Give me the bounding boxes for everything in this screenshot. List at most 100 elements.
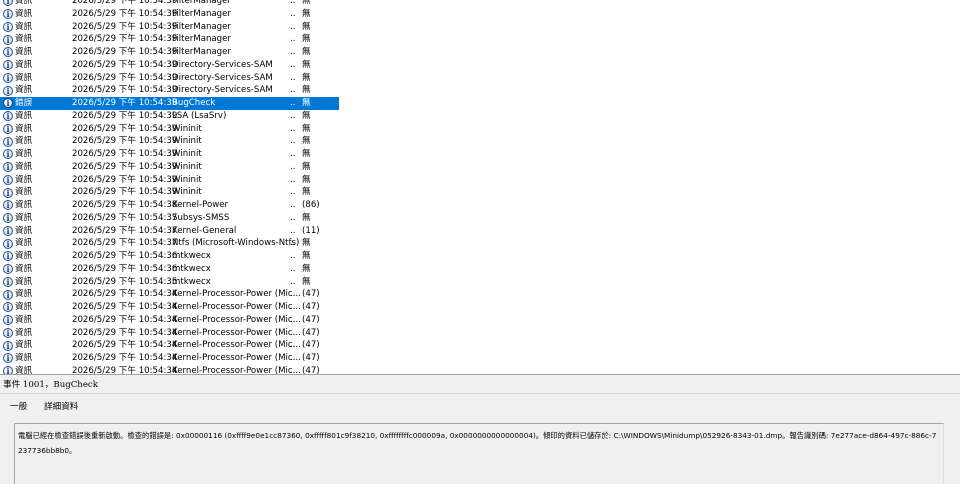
information-icon: i: [3, 21, 13, 32]
event-row[interactable]: i 資訊 2026/5/29 下午 10:54:39 FilterManager.. 無: [0, 46, 960, 59]
event-row[interactable]: i 資訊 2026/5/29 下午 10:54:34 Kernel-Processor…: [0, 352, 960, 365]
information-icon: i: [3, 174, 13, 185]
detail-tab-strip: 一般 詳細資料: [0, 394, 960, 418]
level-cell: 資訊: [15, 327, 33, 338]
event-id-truncated: ..: [290, 327, 296, 338]
event-id-truncated: ..: [290, 136, 296, 147]
information-icon: i: [3, 225, 13, 236]
event-row[interactable]: i 資訊 2026/5/29 下午 10:54:39 Wininit.. 無: [0, 161, 960, 174]
date-time-cell: 2026/5/29 下午 10:54:34: [72, 289, 178, 300]
event-row[interactable]: i 資訊 2026/5/29 下午 10:54:39 Wininit.. 無: [0, 148, 960, 161]
source-cell: Directory-Services-SAM: [172, 85, 273, 96]
event-row[interactable]: i 資訊 2026/5/29 下午 10:54:39 LSA (LsaSrv).. 無: [0, 110, 960, 123]
level-cell: 資訊: [15, 149, 33, 159]
event-id-truncated: ..: [290, 353, 296, 363]
level-cell: 資訊: [15, 289, 33, 300]
event-row[interactable]: i 資訊 2026/5/29 下午 10:54:39 Directory-Servic…: [0, 72, 960, 85]
information-icon: i: [3, 327, 13, 338]
event-row[interactable]: i 資訊 2026/5/29 下午 10:54:37 Kernel-General..…: [0, 225, 960, 238]
task-category-cell: (47): [302, 327, 320, 338]
event-row[interactable]: i 資訊 2026/5/29 下午 10:54:39 FilterManager.. 無: [0, 0, 960, 8]
level-cell: 錯誤: [15, 98, 33, 108]
event-row[interactable]: i 資訊 2026/5/29 下午 10:54:39 Wininit.. 無: [0, 186, 960, 199]
event-row[interactable]: i 資訊 2026/5/29 下午 10:54:34 Kernel-Processor…: [0, 288, 960, 301]
event-row[interactable]: i 資訊 2026/5/29 下午 10:54:39 Directory-Servic…: [0, 84, 960, 97]
event-row[interactable]: i 資訊 2026/5/29 下午 10:54:39 FilterManager.. 無: [0, 33, 960, 46]
date-time-cell: 2026/5/29 下午 10:54:34: [72, 340, 178, 351]
date-time-cell: 2026/5/29 下午 10:54:39: [72, 136, 178, 147]
event-row[interactable]: i 錯誤 2026/5/29 下午 10:54:39 BugCheck.. 無: [0, 97, 339, 110]
source-cell: Kernel-Processor-Power (Mic...: [172, 289, 301, 300]
task-category-cell: 無: [302, 238, 311, 249]
event-id-truncated: ..: [290, 161, 296, 172]
event-row[interactable]: i 資訊 2026/5/29 下午 10:54:34 Kernel-Processor…: [0, 301, 960, 314]
event-row[interactable]: i 資訊 2026/5/29 下午 10:54:36 mtkwecx.. 無: [0, 250, 960, 263]
source-cell: Kernel-Processor-Power (Mic...: [172, 353, 301, 363]
task-category-cell: (47): [302, 302, 320, 312]
date-time-cell: 2026/5/29 下午 10:54:34: [72, 314, 178, 325]
event-row[interactable]: i 資訊 2026/5/29 下午 10:54:39 Directory-Servic…: [0, 59, 960, 72]
source-cell: Directory-Services-SAM: [172, 59, 273, 70]
event-row[interactable]: i 資訊 2026/5/29 下午 10:54:39 Wininit.. 無: [0, 174, 960, 187]
event-row[interactable]: i 資訊 2026/5/29 下午 10:54:39 FilterManager.. 無: [0, 8, 960, 21]
task-category-cell: 無: [302, 85, 311, 96]
event-id-truncated: ..: [290, 149, 296, 159]
event-row[interactable]: i 資訊 2026/5/29 下午 10:54:34 Kernel-Processor…: [0, 339, 960, 352]
information-icon: i: [3, 276, 13, 287]
event-description-box[interactable]: 電腦已經在檢查錯誤後重新啟動。檢查的錯誤是: 0x00000116 (0xfff…: [14, 423, 944, 484]
event-row[interactable]: i 資訊 2026/5/29 下午 10:54:35 mtkwecx.. 無: [0, 276, 960, 289]
event-row[interactable]: i 資訊 2026/5/29 下午 10:54:34 Kernel-Processor…: [0, 327, 960, 340]
level-cell: 資訊: [15, 0, 33, 6]
task-category-cell: (86): [302, 200, 320, 210]
source-cell: Kernel-Processor-Power (Mic...: [172, 314, 301, 325]
date-time-cell: 2026/5/29 下午 10:54:37: [72, 212, 178, 223]
date-time-cell: 2026/5/29 下午 10:54:39: [72, 98, 178, 108]
information-icon: i: [3, 302, 13, 313]
event-row[interactable]: i 資訊 2026/5/29 下午 10:54:39 FilterManager.. 無: [0, 21, 960, 34]
source-cell: Ntfs (Microsoft-Windows-Ntfs): [172, 238, 300, 249]
date-time-cell: 2026/5/29 下午 10:54:39: [72, 149, 178, 159]
event-row[interactable]: i 資訊 2026/5/29 下午 10:54:38 Kernel-Power.. (8…: [0, 199, 960, 212]
source-cell: mtkwecx: [172, 263, 211, 274]
date-time-cell: 2026/5/29 下午 10:54:38: [72, 200, 178, 210]
event-id-truncated: ..: [290, 47, 296, 57]
date-time-cell: 2026/5/29 下午 10:54:37: [72, 238, 178, 249]
tab-details[interactable]: 詳細資料: [40, 398, 82, 417]
event-row[interactable]: i 資訊 2026/5/29 下午 10:54:37 Subsys-SMSS.. 無: [0, 212, 960, 225]
event-id-truncated: ..: [290, 59, 296, 70]
information-icon: i: [3, 213, 13, 224]
event-row[interactable]: i 資訊 2026/5/29 下午 10:54:36 mtkwecx.. 無: [0, 263, 960, 276]
level-cell: 資訊: [15, 72, 33, 83]
date-time-cell: 2026/5/29 下午 10:54:39: [72, 72, 178, 83]
event-row[interactable]: i 資訊 2026/5/29 下午 10:54:34 Kernel-Processor…: [0, 314, 960, 327]
date-time-cell: 2026/5/29 下午 10:54:39: [72, 59, 178, 70]
task-category-cell: 無: [302, 110, 311, 121]
date-time-cell: 2026/5/29 下午 10:54:39: [72, 123, 178, 134]
information-icon: i: [3, 238, 13, 249]
event-list[interactable]: i 資訊 2026/5/29 下午 10:54:39 FilterManager.. 無…: [0, 0, 960, 378]
event-description-text[interactable]: 電腦已經在檢查錯誤後重新啟動。檢查的錯誤是: 0x00000116 (0xfff…: [18, 428, 938, 458]
tab-general[interactable]: 一般: [4, 398, 34, 417]
task-category-cell: 無: [302, 187, 311, 198]
level-cell: 資訊: [15, 34, 33, 45]
task-category-cell: 無: [302, 263, 311, 274]
date-time-cell: 2026/5/29 下午 10:54:35: [72, 276, 178, 287]
information-icon: i: [3, 162, 13, 173]
task-category-cell: 無: [302, 21, 311, 32]
task-category-cell: (47): [302, 289, 320, 300]
level-cell: 資訊: [15, 85, 33, 96]
information-icon: i: [3, 289, 13, 300]
information-icon: i: [3, 72, 13, 83]
date-time-cell: 2026/5/29 下午 10:54:39: [72, 21, 178, 32]
source-cell: Kernel-General: [172, 225, 237, 236]
date-time-cell: 2026/5/29 下午 10:54:39: [72, 8, 178, 19]
event-row[interactable]: i 資訊 2026/5/29 下午 10:54:39 Wininit.. 無: [0, 123, 960, 136]
level-cell: 資訊: [15, 136, 33, 147]
event-row[interactable]: i 資訊 2026/5/29 下午 10:54:37 Ntfs (Microsoft-…: [0, 237, 960, 250]
information-icon: i: [3, 136, 13, 147]
date-time-cell: 2026/5/29 下午 10:54:37: [72, 225, 178, 236]
date-time-cell: 2026/5/29 下午 10:54:36: [72, 263, 178, 274]
information-icon: i: [3, 60, 13, 71]
event-row[interactable]: i 資訊 2026/5/29 下午 10:54:39 Wininit.. 無: [0, 135, 960, 148]
level-cell: 資訊: [15, 47, 33, 57]
